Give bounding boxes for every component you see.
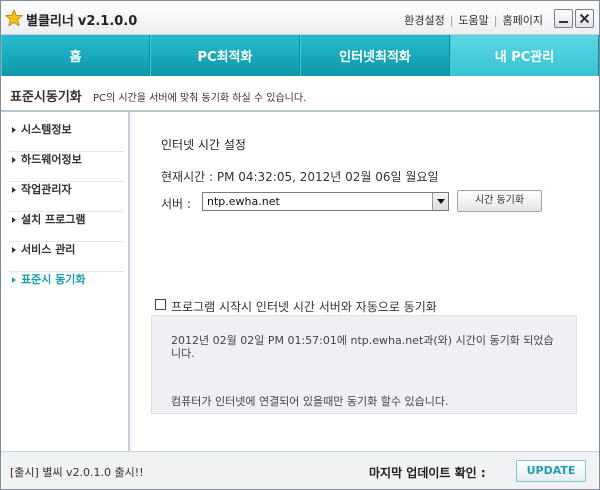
chevron-down-icon[interactable] — [432, 193, 448, 210]
auto-sync-checkbox[interactable] — [155, 299, 166, 310]
connection-notice: 컴퓨터가 인터넷에 연결되어 있을때만 동기화 할수 있습니다. — [171, 395, 449, 408]
main-tabs: 홈 PC최적화 인터넷최적화 내 PC관리 — [1, 35, 599, 76]
auto-sync-label: 프로그램 시작시 인터넷 시간 서버와 자동으로 동기화 — [171, 300, 437, 314]
sync-info-box: 2012년 02월 02일 PM 01:57:01에 ntp.ewha.net과… — [151, 315, 577, 414]
main-content: 인터넷 시간 설정 현재시간 : PM 04:32:05, 2012년 02월 … — [132, 112, 599, 451]
sidebar-item-label: 시스템정보 — [21, 123, 72, 136]
time-sync-button[interactable]: 시간 동기화 — [457, 190, 542, 212]
sidebar-item-service-manager[interactable]: 서비스 관리 — [9, 242, 124, 272]
section-header: 표준시동기화 PC의 시간을 서버에 맞춰 동기화 하실 수 있습니다. — [1, 76, 599, 112]
sidebar-item-label: 표준시 동기화 — [21, 273, 86, 286]
tab-pc-optimize[interactable]: PC최적화 — [150, 35, 300, 76]
arrow-right-icon — [12, 247, 16, 253]
sidebar-item-time-sync[interactable]: 표준시 동기화 — [9, 272, 124, 302]
sidebar-item-task-manager[interactable]: 작업관리자 — [9, 182, 124, 212]
sidebar-item-label: 하드웨어정보 — [21, 153, 82, 166]
server-label: 서버 : — [161, 197, 191, 211]
release-notice-link[interactable]: [출시] 별씨 v2.0.1.0 출시!! — [10, 464, 144, 480]
footer: [출시] 별씨 v2.0.1.0 출시!! 마지막 업데이트 확인 : UPDA… — [1, 451, 599, 489]
close-icon — [579, 13, 590, 24]
homepage-link[interactable]: 홈페이지 — [503, 14, 543, 27]
link-separator: | — [449, 14, 454, 27]
arrow-right-icon — [12, 127, 16, 133]
arrow-right-icon — [12, 187, 16, 193]
top-links: 환경설정 | 도움말 | 홈페이지 — [404, 12, 543, 28]
tab-internet-optimize[interactable]: 인터넷최적화 — [300, 35, 450, 76]
title-bar: 별클리너 v2.1.0.0 환경설정 | 도움말 | 홈페이지 — [1, 1, 599, 35]
star-icon — [5, 9, 23, 27]
tab-my-pc[interactable]: 내 PC관리 — [450, 35, 599, 76]
sidebar: 시스템정보 하드웨어정보 작업관리자 설치 프로그램 서비스 관리 표준시 동기… — [1, 112, 130, 451]
app-window: 별클리너 v2.1.0.0 환경설정 | 도움말 | 홈페이지 홈 PC최적화 인터넷최적… — [0, 0, 600, 490]
sidebar-item-label: 설치 프로그램 — [21, 213, 86, 226]
close-button[interactable] — [575, 9, 594, 28]
link-separator: | — [493, 14, 498, 27]
app-version: v2.1.0.0 — [77, 14, 138, 29]
minimize-button[interactable] — [554, 9, 573, 28]
section-title: 표준시동기화 — [10, 90, 82, 105]
last-sync-message: 2012년 02월 02일 PM 01:57:01에 ntp.ewha.net과… — [171, 334, 554, 360]
sidebar-item-label: 서비스 관리 — [21, 243, 76, 256]
sidebar-item-system-info[interactable]: 시스템정보 — [9, 122, 124, 152]
update-button[interactable]: UPDATE — [516, 460, 586, 482]
help-link[interactable]: 도움말 — [458, 14, 488, 27]
minimize-icon — [559, 21, 568, 23]
section-description: PC의 시간을 서버에 맞춰 동기화 하실 수 있습니다. — [93, 93, 307, 104]
content-heading: 인터넷 시간 설정 — [161, 138, 246, 152]
server-select[interactable]: ntp.ewha.net — [202, 192, 449, 211]
server-select-value: ntp.ewha.net — [207, 195, 280, 208]
sidebar-item-hardware-info[interactable]: 하드웨어정보 — [9, 152, 124, 182]
settings-link[interactable]: 환경설정 — [404, 14, 444, 27]
update-check-label: 마지막 업데이트 확인 : — [369, 466, 486, 480]
tab-home[interactable]: 홈 — [1, 35, 150, 76]
arrow-right-icon — [12, 277, 16, 283]
sidebar-item-label: 작업관리자 — [21, 183, 72, 196]
current-time-text: 현재시간 : PM 04:32:05, 2012년 02월 06일 월요일 — [161, 170, 439, 184]
app-title: 별클리너 v2.1.0.0 — [26, 10, 137, 29]
arrow-right-icon — [12, 217, 16, 223]
arrow-right-icon — [12, 157, 16, 163]
app-name: 별클리너 — [26, 14, 74, 29]
sidebar-item-installed-programs[interactable]: 설치 프로그램 — [9, 212, 124, 242]
